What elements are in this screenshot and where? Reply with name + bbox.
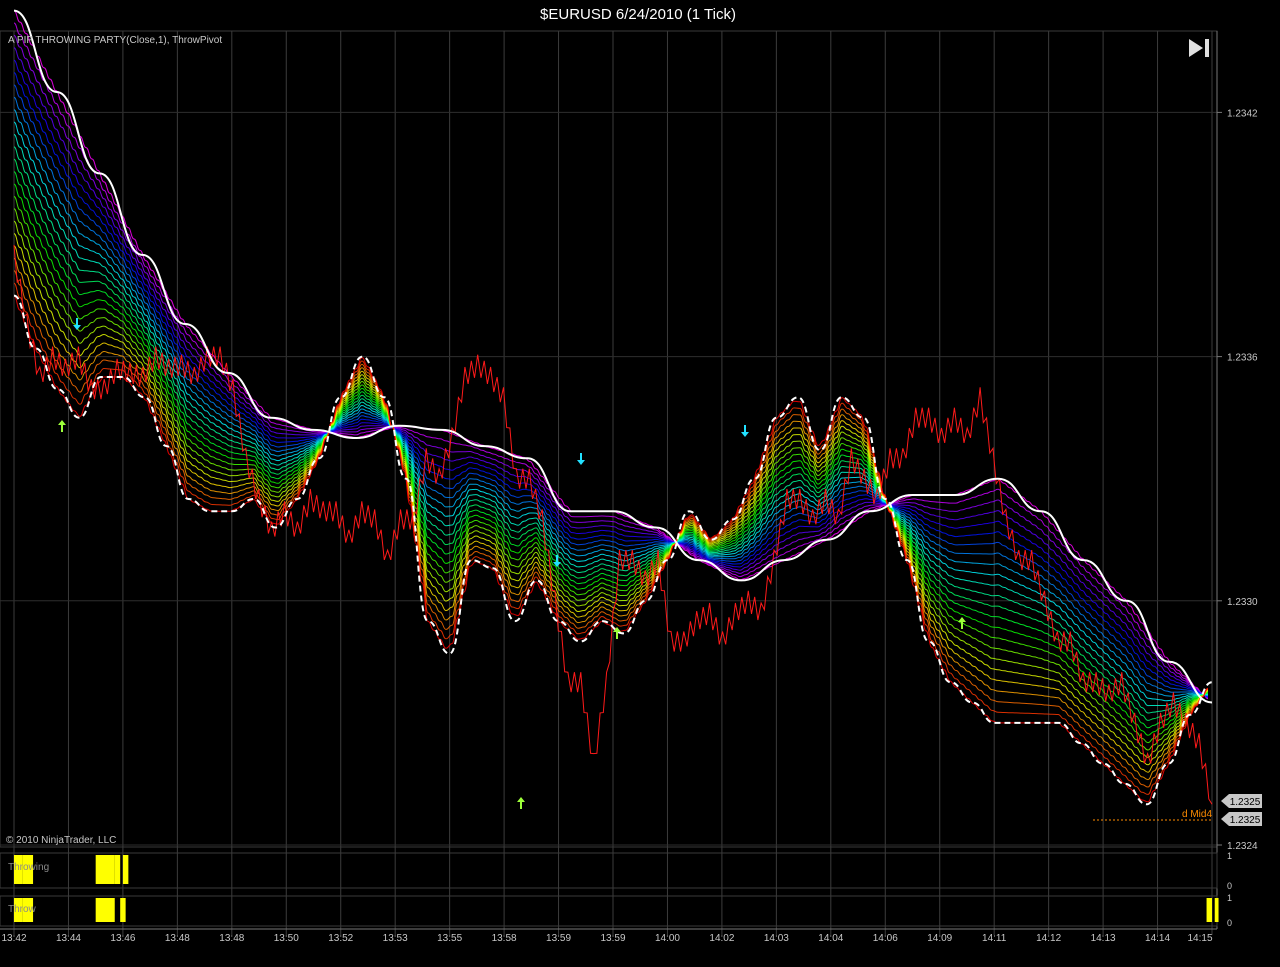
- x-tick-label: 13:46: [110, 933, 135, 944]
- x-tick-label: 14:06: [873, 933, 898, 944]
- price-marker-last: 1.2325: [1221, 794, 1262, 808]
- panel-bar: [122, 855, 129, 884]
- panel-throwing-top: 1: [1227, 851, 1232, 861]
- x-tick-label: 13:59: [546, 933, 571, 944]
- x-tick-label: 13:53: [383, 933, 408, 944]
- x-tick-label: 14:02: [709, 933, 734, 944]
- y-tick-label: 1.2330: [1227, 597, 1258, 608]
- panel-bar: [95, 855, 115, 884]
- x-tick-label: 14:12: [1036, 933, 1061, 944]
- x-tick-label: 13:52: [328, 933, 353, 944]
- chart-background: [0, 0, 1280, 967]
- price-marker-mid: 1.2325: [1221, 812, 1262, 826]
- panel-throw-top: 1: [1227, 893, 1232, 903]
- x-tick-label: 14:09: [927, 933, 952, 944]
- x-tick-label: 13:48: [219, 933, 244, 944]
- x-tick-label: 14:11: [982, 933, 1007, 944]
- panel-throw-bottom: 0: [1227, 918, 1232, 928]
- x-tick-label: 14:04: [818, 933, 843, 944]
- panel-bar: [1214, 898, 1219, 922]
- panel-bar: [95, 898, 115, 922]
- x-tick-label: 14:15: [1187, 933, 1212, 944]
- panel-throwing-bottom: 0: [1227, 881, 1232, 891]
- copyright-text: © 2010 NinjaTrader, LLC: [6, 835, 116, 846]
- panel-bar: [1206, 898, 1212, 922]
- panel-bar: [114, 855, 121, 884]
- y-tick-label: 1.2336: [1227, 353, 1258, 364]
- panel-throw-label: Throw: [8, 904, 37, 915]
- x-tick-label: 14:00: [655, 933, 680, 944]
- x-tick-label: 13:48: [165, 933, 190, 944]
- panel-bar: [120, 898, 126, 922]
- x-tick-label: 13:44: [56, 933, 81, 944]
- x-tick-label: 14:03: [764, 933, 789, 944]
- x-tick-label: 13:50: [274, 933, 299, 944]
- y-tick-label: 1.2342: [1227, 108, 1258, 119]
- chart-canvas[interactable]: $EURUSD 6/24/2010 (1 Tick) 1.2342 1.2336 1…: [0, 0, 1280, 967]
- mid-level-label: d Mid4: [1182, 809, 1212, 820]
- chart-title: $EURUSD 6/24/2010 (1 Tick): [540, 6, 736, 23]
- x-tick-label: 14:13: [1091, 933, 1116, 944]
- x-tick-label: 13:59: [600, 933, 625, 944]
- price-marker-mid-text: 1.2325: [1230, 815, 1261, 826]
- x-tick-label: 13:42: [1, 933, 26, 944]
- x-tick-label: 13:55: [437, 933, 462, 944]
- x-tick-label: 13:58: [492, 933, 517, 944]
- panel-throwing-label: Throwing: [8, 862, 49, 873]
- price-marker-last-text: 1.2325: [1230, 797, 1261, 808]
- x-tick-label: 14:14: [1145, 933, 1170, 944]
- indicator-label: A PIP THROWING PARTY(Close,1), ThrowPivo…: [8, 35, 222, 46]
